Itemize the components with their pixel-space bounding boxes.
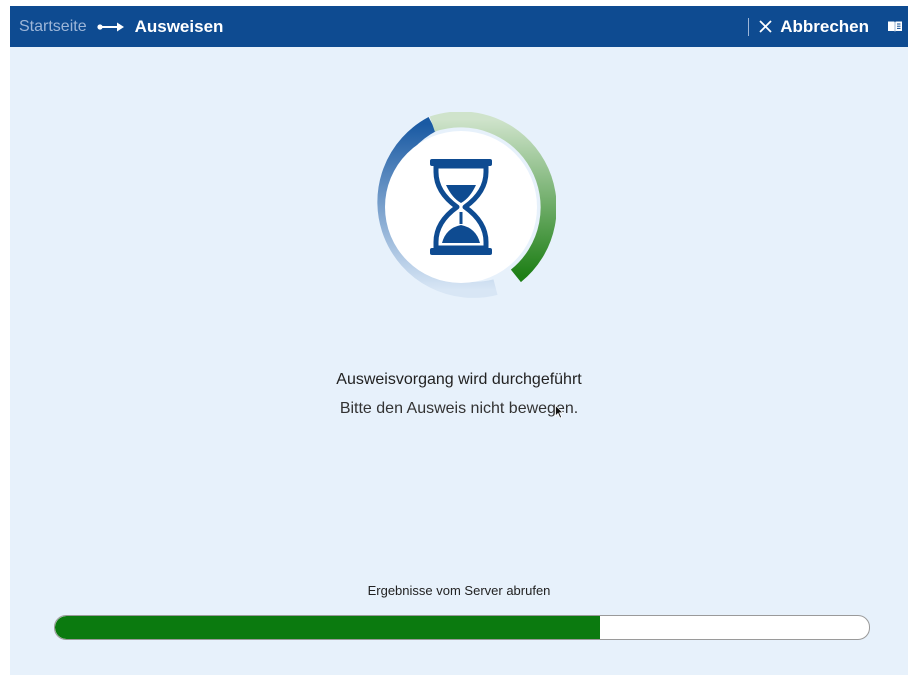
breadcrumb-home-link[interactable]: Startseite	[19, 18, 87, 36]
close-icon	[759, 20, 772, 33]
progress-ring	[377, 111, 557, 298]
app-window: Startseite Ausweisen Abbrechen Ausweisvo…	[10, 6, 908, 675]
breadcrumb-current: Ausweisen	[134, 16, 224, 36]
progress-bar	[54, 615, 870, 640]
status-title: Ausweisvorgang wird durchgeführt	[336, 371, 582, 388]
progress-bar-fill	[55, 616, 601, 639]
status-subtitle: Bitte den Ausweis nicht bewegen.	[339, 400, 579, 417]
progress-label: Ergebnisse vom Server abrufen	[367, 583, 551, 598]
cancel-button[interactable]: Abbrechen	[759, 17, 869, 37]
book-icon[interactable]	[887, 20, 903, 33]
cancel-button-label: Abbrechen	[780, 16, 869, 36]
ring-center	[385, 131, 537, 283]
arrow-right-icon	[96, 22, 124, 31]
topbar-divider	[748, 17, 750, 36]
top-navigation-bar: Startseite Ausweisen Abbrechen	[10, 6, 908, 47]
mouse-pointer-icon	[555, 405, 564, 419]
status-animation	[366, 111, 557, 302]
